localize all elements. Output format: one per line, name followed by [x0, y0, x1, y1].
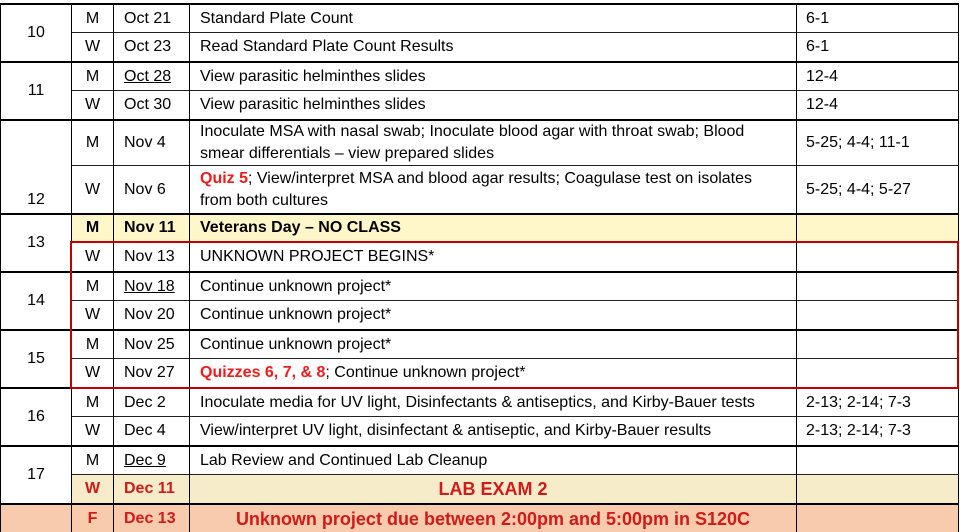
- session-reference: [797, 301, 959, 331]
- week-number: 15: [1, 331, 72, 389]
- session-activity: Veterans Day – NO CLASS: [190, 215, 797, 242]
- session-reference: [797, 242, 959, 273]
- session-day: M: [72, 63, 114, 91]
- session-date: Nov 20: [114, 301, 190, 331]
- session-reference: [797, 475, 959, 505]
- session-date: Nov 13: [114, 242, 190, 273]
- week-number: 16: [1, 389, 72, 447]
- activity-text: ; Continue unknown project*: [325, 364, 526, 381]
- session-activity: Read Standard Plate Count Results: [190, 33, 797, 63]
- session-day: W: [72, 166, 114, 215]
- session-activity: Continue unknown project*: [190, 301, 797, 331]
- session-activity: View/interpret UV light, disinfectant & …: [190, 417, 797, 447]
- week-number: 10: [1, 5, 72, 63]
- session-date: Dec 11: [114, 475, 190, 505]
- session-day: F: [72, 505, 114, 532]
- session-reference: 6-1: [797, 33, 959, 63]
- session-date: Nov 11: [114, 215, 190, 242]
- session-reference: 2-13; 2-14; 7-3: [797, 417, 959, 447]
- session-activity: View parasitic helminthes slides: [190, 63, 797, 91]
- session-date: Oct 23: [114, 33, 190, 63]
- session-day: M: [72, 447, 114, 475]
- session-day: M: [72, 215, 114, 242]
- session-day: W: [72, 359, 114, 389]
- week-number: 12: [1, 121, 72, 215]
- session-activity: Continue unknown project*: [190, 273, 797, 301]
- session-day: M: [72, 5, 114, 33]
- session-day: M: [72, 121, 114, 166]
- session-day: W: [72, 242, 114, 273]
- session-reference: [797, 505, 959, 532]
- session-activity: View parasitic helminthes slides: [190, 91, 797, 121]
- session-date: Nov 6: [114, 166, 190, 215]
- week-number: 14: [1, 273, 72, 331]
- session-activity: Inoculate media for UV light, Disinfecta…: [190, 389, 797, 417]
- session-day: W: [72, 475, 114, 505]
- session-reference: [797, 447, 959, 475]
- session-date-cell: Nov 18: [114, 273, 190, 301]
- session-date: Oct 28: [124, 67, 172, 85]
- session-activity: Inoculate MSA with nasal swab; Inoculate…: [190, 121, 797, 166]
- session-day: W: [72, 301, 114, 331]
- session-date: Dec 9: [124, 451, 166, 469]
- week-number: 13: [1, 215, 72, 273]
- session-activity: Quizzes 6, 7, & 8; Continue unknown proj…: [190, 359, 797, 389]
- activity-text-block: Quizzes 6, 7, & 8; Continue unknown proj…: [200, 362, 526, 384]
- session-reference: [797, 215, 959, 242]
- session-day: W: [72, 33, 114, 63]
- session-date: Nov 18: [124, 277, 175, 295]
- session-reference: [797, 331, 959, 359]
- session-reference: [797, 273, 959, 301]
- session-reference: 12-4: [797, 63, 959, 91]
- activity-text-block: Quiz 5; View/interpret MSA and blood aga…: [200, 168, 776, 212]
- session-date: Nov 25: [114, 331, 190, 359]
- week-number-empty: [1, 505, 72, 532]
- session-activity: Lab Review and Continued Lab Cleanup: [190, 447, 797, 475]
- session-day: W: [72, 91, 114, 121]
- session-reference: 6-1: [797, 5, 959, 33]
- schedule-table: 10 M Oct 21 Standard Plate Count 6-1 W O…: [0, 3, 959, 532]
- session-date-cell: Dec 9: [114, 447, 190, 475]
- session-date-cell: Oct 28: [114, 63, 190, 91]
- session-date: Dec 2: [114, 389, 190, 417]
- session-date: Nov 27: [114, 359, 190, 389]
- session-reference: 12-4: [797, 91, 959, 121]
- session-activity: Continue unknown project*: [190, 331, 797, 359]
- session-reference: 5-25; 4-4; 11-1: [797, 121, 959, 166]
- quiz-label: Quiz 5: [200, 169, 249, 187]
- session-activity: UNKNOWN PROJECT BEGINS*: [190, 242, 797, 273]
- session-date: Nov 4: [114, 121, 190, 166]
- session-day: M: [72, 389, 114, 417]
- session-reference: [797, 359, 959, 389]
- session-activity: Quiz 5; View/interpret MSA and blood aga…: [190, 166, 797, 215]
- session-date: Dec 4: [114, 417, 190, 447]
- session-day: M: [72, 331, 114, 359]
- session-activity: LAB EXAM 2: [190, 475, 797, 505]
- activity-text: ; View/interpret MSA and blood agar resu…: [200, 169, 753, 209]
- session-date: Oct 30: [114, 91, 190, 121]
- session-activity: Unknown project due between 2:00pm and 5…: [190, 505, 797, 532]
- week-number: 11: [1, 63, 72, 121]
- session-date: Dec 13: [114, 505, 190, 532]
- session-activity: Standard Plate Count: [190, 5, 797, 33]
- session-date: Oct 21: [114, 5, 190, 33]
- week-number: 17: [1, 447, 72, 505]
- quiz-label: Quizzes 6, 7, & 8: [200, 364, 326, 381]
- session-reference: 2-13; 2-14; 7-3: [797, 389, 959, 417]
- session-reference: 5-25; 4-4; 5-27: [797, 166, 959, 215]
- session-day: W: [72, 417, 114, 447]
- session-day: M: [72, 273, 114, 301]
